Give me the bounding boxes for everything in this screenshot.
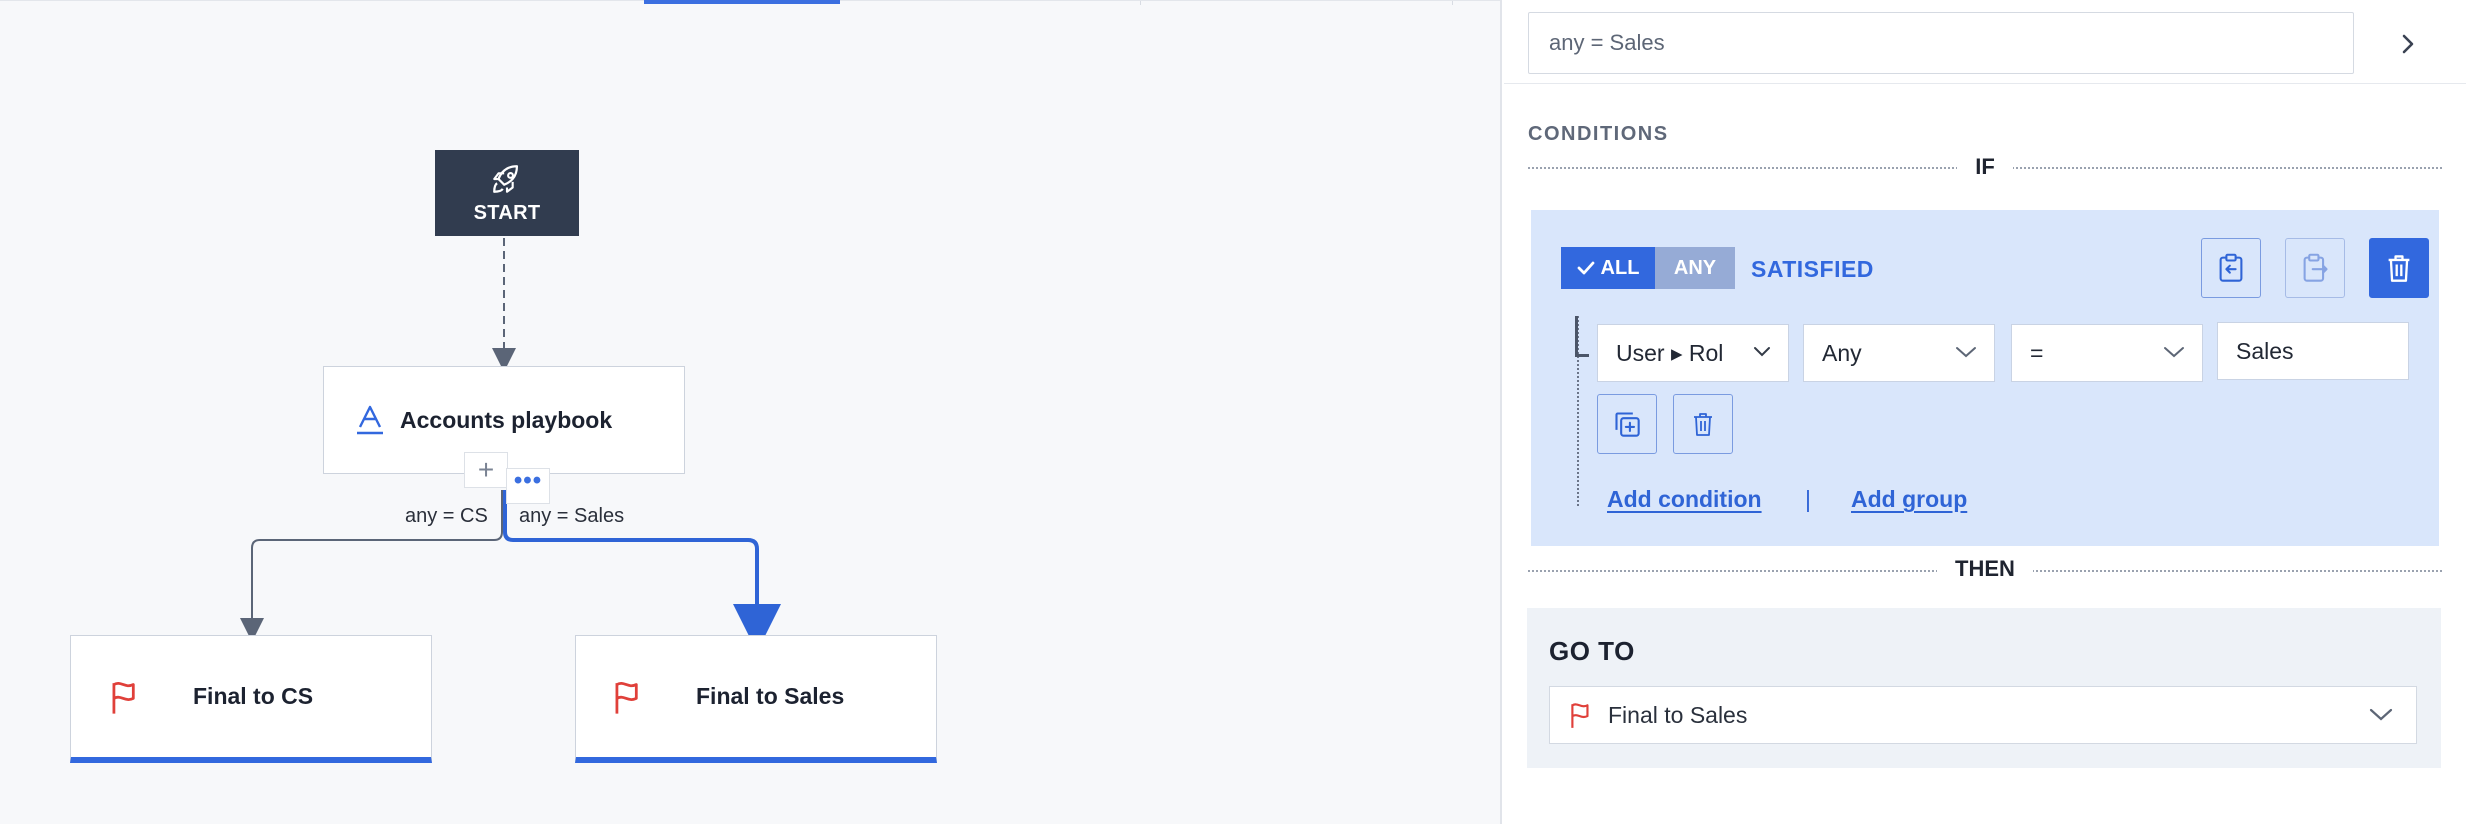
export-group-button[interactable] <box>2285 238 2345 298</box>
flow-canvas[interactable]: START Accounts playbook + ••• any = CS a… <box>0 0 1502 824</box>
then-section: GO TO Final to Sales <box>1527 608 2441 768</box>
if-label-wrap: IF <box>1504 154 2466 180</box>
final-sales-label: Final to Sales <box>696 683 845 709</box>
chevron-down-icon <box>2164 347 2184 358</box>
field-select-value: User ▸ Rol <box>1616 339 1724 366</box>
clipboard-export-icon <box>2303 253 2328 282</box>
delete-group-button[interactable] <box>2369 238 2429 298</box>
start-label: START <box>473 201 541 224</box>
final-node-cs[interactable]: Final to CS <box>70 635 432 763</box>
if-label: IF <box>1957 154 2013 179</box>
chevron-down-icon <box>1956 347 1976 358</box>
satisfied-label: SATISFIED <box>1751 256 1874 282</box>
chevron-right-icon <box>2402 34 2414 54</box>
start-node[interactable]: START <box>435 150 579 236</box>
next-panel-button[interactable] <box>2388 24 2428 64</box>
copy-group-button[interactable] <box>2201 238 2261 298</box>
condition-tree-branch <box>1575 354 1589 357</box>
operator-select-value: = <box>2030 339 2044 366</box>
clipboard-copy-icon <box>2219 253 2243 282</box>
branch-name-input[interactable] <box>1528 12 2354 74</box>
branch-settings-panel: CONDITIONS IF ALL ANY SATISFIED <box>1504 0 2466 824</box>
flag-icon <box>1571 703 1589 728</box>
add-group-link[interactable]: Add group <box>1851 486 1967 513</box>
duplicate-icon <box>1615 412 1640 437</box>
add-condition-link[interactable]: Add condition <box>1607 486 1762 513</box>
more-options-button[interactable]: ••• <box>506 467 550 504</box>
trash-icon <box>1694 413 1712 436</box>
conditions-title: CONDITIONS <box>1528 123 1669 145</box>
goto-select[interactable]: Final to Sales <box>1549 686 2417 744</box>
edge-label-sales[interactable]: any = Sales <box>519 505 624 528</box>
trash-icon <box>2388 255 2410 282</box>
quantifier-select[interactable]: Any <box>1803 324 1995 382</box>
toggle-all-label: ALL <box>1600 256 1640 279</box>
then-label: THEN <box>1937 556 2033 581</box>
then-label-wrap: THEN <box>1504 556 2466 582</box>
edge-label-cs[interactable]: any = CS <box>405 505 488 528</box>
flag-icon <box>615 681 638 714</box>
font-a-icon <box>357 405 383 435</box>
quantifier-select-value: Any <box>1822 339 1862 366</box>
operator-select[interactable]: = <box>2011 324 2203 382</box>
duplicate-condition-button[interactable] <box>1597 394 1657 454</box>
toggle-all-button[interactable]: ALL <box>1561 247 1655 289</box>
playbook-label: Accounts playbook <box>400 406 613 433</box>
chevron-down-icon <box>1754 347 1770 357</box>
final-cs-label: Final to CS <box>193 683 314 709</box>
field-select[interactable]: User ▸ Rol <box>1597 324 1789 382</box>
link-separator: | <box>1805 486 1811 512</box>
delete-condition-button[interactable] <box>1673 394 1733 454</box>
final-node-sales[interactable]: Final to Sales <box>575 635 937 763</box>
condition-value-input[interactable] <box>2217 322 2409 380</box>
toggle-any-button[interactable]: ANY <box>1655 247 1735 289</box>
add-step-button[interactable]: + <box>464 452 508 488</box>
goto-label: GO TO <box>1549 636 1635 666</box>
panel-header <box>1504 0 2466 84</box>
goto-select-value: Final to Sales <box>1608 701 1748 728</box>
rocket-icon <box>493 164 519 193</box>
chevron-down-icon <box>2369 708 2393 721</box>
condition-group: ALL ANY SATISFIED User ▸ Rol Any = Sales… <box>1531 210 2439 546</box>
check-icon <box>1577 261 1594 275</box>
condition-tree-connector <box>1575 316 1578 356</box>
flag-icon <box>112 681 135 714</box>
